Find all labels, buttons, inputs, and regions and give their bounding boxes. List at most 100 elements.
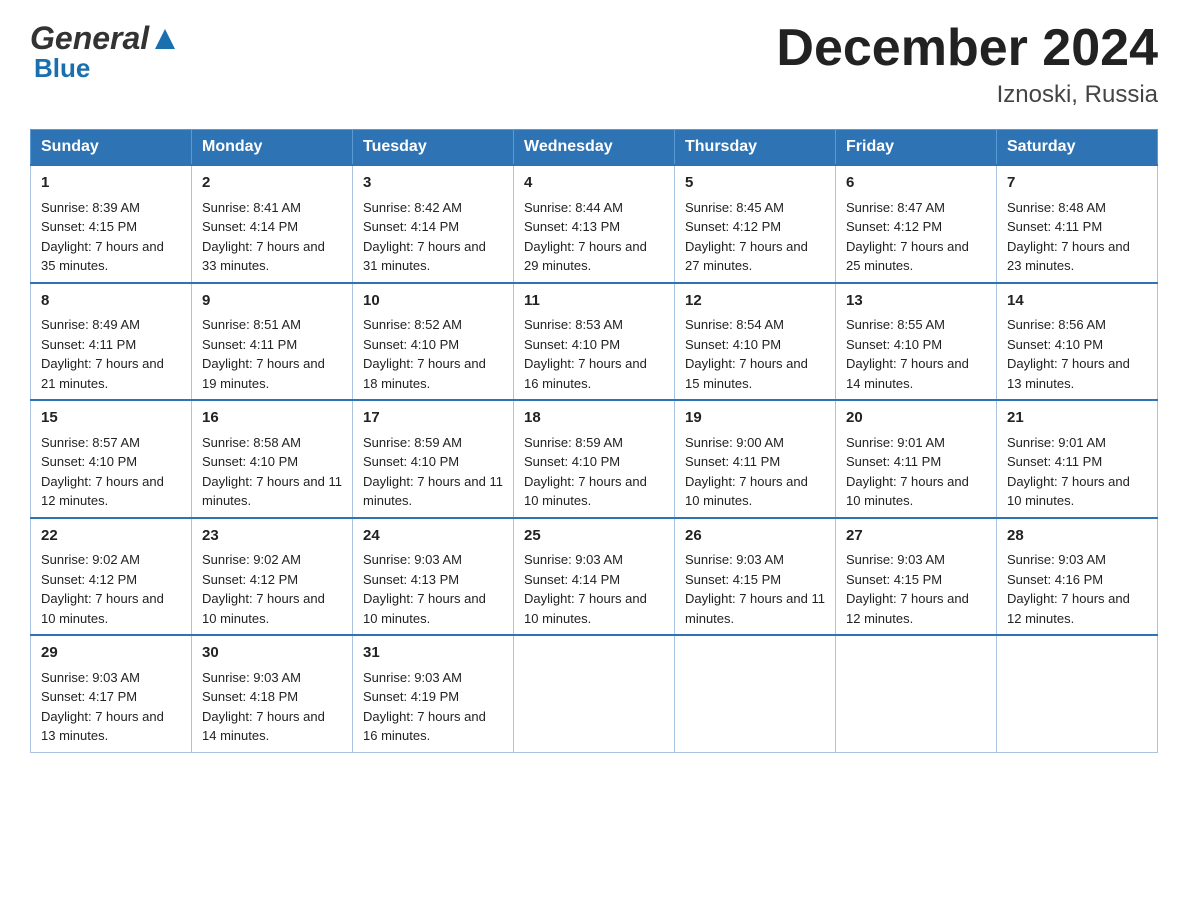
- day-daylight: Daylight: 7 hours and 18 minutes.: [363, 356, 486, 391]
- day-sunset: Sunset: 4:10 PM: [363, 337, 459, 352]
- day-sunset: Sunset: 4:19 PM: [363, 689, 459, 704]
- day-daylight: Daylight: 7 hours and 12 minutes.: [41, 474, 164, 509]
- day-daylight: Daylight: 7 hours and 25 minutes.: [846, 239, 969, 274]
- day-sunset: Sunset: 4:11 PM: [685, 454, 780, 469]
- day-sunrise: Sunrise: 8:55 AM: [846, 317, 945, 332]
- calendar-day-cell: 10 Sunrise: 8:52 AM Sunset: 4:10 PM Dayl…: [353, 283, 514, 401]
- day-daylight: Daylight: 7 hours and 11 minutes.: [363, 474, 503, 509]
- day-sunrise: Sunrise: 9:01 AM: [1007, 435, 1106, 450]
- day-daylight: Daylight: 7 hours and 10 minutes.: [1007, 474, 1130, 509]
- day-sunset: Sunset: 4:12 PM: [685, 219, 781, 234]
- day-number: 10: [363, 290, 503, 313]
- calendar-week-row: 15 Sunrise: 8:57 AM Sunset: 4:10 PM Dayl…: [31, 400, 1158, 518]
- day-number: 9: [202, 290, 342, 313]
- day-sunset: Sunset: 4:15 PM: [846, 572, 942, 587]
- day-sunrise: Sunrise: 8:58 AM: [202, 435, 301, 450]
- day-daylight: Daylight: 7 hours and 16 minutes.: [363, 709, 486, 744]
- day-number: 14: [1007, 290, 1147, 313]
- day-sunrise: Sunrise: 8:47 AM: [846, 200, 945, 215]
- day-number: 26: [685, 525, 825, 548]
- day-sunset: Sunset: 4:16 PM: [1007, 572, 1103, 587]
- calendar-day-cell: 31 Sunrise: 9:03 AM Sunset: 4:19 PM Dayl…: [353, 635, 514, 752]
- calendar-day-cell: 29 Sunrise: 9:03 AM Sunset: 4:17 PM Dayl…: [31, 635, 192, 752]
- day-sunrise: Sunrise: 8:48 AM: [1007, 200, 1106, 215]
- day-daylight: Daylight: 7 hours and 19 minutes.: [202, 356, 325, 391]
- calendar-day-cell: 8 Sunrise: 8:49 AM Sunset: 4:11 PM Dayli…: [31, 283, 192, 401]
- day-sunset: Sunset: 4:12 PM: [846, 219, 942, 234]
- day-daylight: Daylight: 7 hours and 14 minutes.: [846, 356, 969, 391]
- day-sunset: Sunset: 4:11 PM: [1007, 454, 1102, 469]
- day-sunset: Sunset: 4:15 PM: [685, 572, 781, 587]
- calendar-day-cell: 27 Sunrise: 9:03 AM Sunset: 4:15 PM Dayl…: [836, 518, 997, 636]
- day-daylight: Daylight: 7 hours and 27 minutes.: [685, 239, 808, 274]
- calendar-day-cell: 20 Sunrise: 9:01 AM Sunset: 4:11 PM Dayl…: [836, 400, 997, 518]
- day-daylight: Daylight: 7 hours and 14 minutes.: [202, 709, 325, 744]
- day-daylight: Daylight: 7 hours and 21 minutes.: [41, 356, 164, 391]
- day-sunrise: Sunrise: 8:56 AM: [1007, 317, 1106, 332]
- calendar-day-cell: 7 Sunrise: 8:48 AM Sunset: 4:11 PM Dayli…: [997, 165, 1158, 283]
- day-sunset: Sunset: 4:11 PM: [202, 337, 297, 352]
- day-sunset: Sunset: 4:18 PM: [202, 689, 298, 704]
- day-sunrise: Sunrise: 8:39 AM: [41, 200, 140, 215]
- day-number: 8: [41, 290, 181, 313]
- calendar-day-cell: 21 Sunrise: 9:01 AM Sunset: 4:11 PM Dayl…: [997, 400, 1158, 518]
- calendar-day-cell: 9 Sunrise: 8:51 AM Sunset: 4:11 PM Dayli…: [192, 283, 353, 401]
- header-monday: Monday: [192, 130, 353, 166]
- day-sunrise: Sunrise: 8:57 AM: [41, 435, 140, 450]
- day-sunset: Sunset: 4:10 PM: [363, 454, 459, 469]
- calendar-day-cell: 3 Sunrise: 8:42 AM Sunset: 4:14 PM Dayli…: [353, 165, 514, 283]
- day-number: 28: [1007, 525, 1147, 548]
- day-number: 19: [685, 407, 825, 430]
- day-sunset: Sunset: 4:10 PM: [524, 454, 620, 469]
- day-sunrise: Sunrise: 9:03 AM: [202, 670, 301, 685]
- day-number: 23: [202, 525, 342, 548]
- day-sunrise: Sunrise: 8:59 AM: [363, 435, 462, 450]
- day-sunrise: Sunrise: 9:03 AM: [846, 552, 945, 567]
- title-block: December 2024 Iznoski, Russia: [776, 20, 1158, 109]
- day-daylight: Daylight: 7 hours and 11 minutes.: [685, 591, 825, 626]
- day-sunrise: Sunrise: 8:41 AM: [202, 200, 301, 215]
- day-sunrise: Sunrise: 9:03 AM: [41, 670, 140, 685]
- day-daylight: Daylight: 7 hours and 10 minutes.: [846, 474, 969, 509]
- calendar-day-cell: 11 Sunrise: 8:53 AM Sunset: 4:10 PM Dayl…: [514, 283, 675, 401]
- day-daylight: Daylight: 7 hours and 35 minutes.: [41, 239, 164, 274]
- calendar-day-cell: 24 Sunrise: 9:03 AM Sunset: 4:13 PM Dayl…: [353, 518, 514, 636]
- day-number: 2: [202, 172, 342, 195]
- day-number: 15: [41, 407, 181, 430]
- day-daylight: Daylight: 7 hours and 10 minutes.: [41, 591, 164, 626]
- day-number: 30: [202, 642, 342, 665]
- day-number: 6: [846, 172, 986, 195]
- day-number: 16: [202, 407, 342, 430]
- calendar-day-cell: 28 Sunrise: 9:03 AM Sunset: 4:16 PM Dayl…: [997, 518, 1158, 636]
- header-tuesday: Tuesday: [353, 130, 514, 166]
- header-thursday: Thursday: [675, 130, 836, 166]
- day-sunrise: Sunrise: 8:52 AM: [363, 317, 462, 332]
- calendar-week-row: 1 Sunrise: 8:39 AM Sunset: 4:15 PM Dayli…: [31, 165, 1158, 283]
- day-sunset: Sunset: 4:11 PM: [41, 337, 136, 352]
- day-daylight: Daylight: 7 hours and 31 minutes.: [363, 239, 486, 274]
- calendar-title: December 2024: [776, 20, 1158, 77]
- calendar-day-cell: 26 Sunrise: 9:03 AM Sunset: 4:15 PM Dayl…: [675, 518, 836, 636]
- calendar-day-cell: 2 Sunrise: 8:41 AM Sunset: 4:14 PM Dayli…: [192, 165, 353, 283]
- logo-blue-text: Blue: [34, 53, 90, 84]
- calendar-day-cell: 18 Sunrise: 8:59 AM Sunset: 4:10 PM Dayl…: [514, 400, 675, 518]
- day-number: 13: [846, 290, 986, 313]
- weekday-header-row: Sunday Monday Tuesday Wednesday Thursday…: [31, 130, 1158, 166]
- day-daylight: Daylight: 7 hours and 13 minutes.: [41, 709, 164, 744]
- day-daylight: Daylight: 7 hours and 33 minutes.: [202, 239, 325, 274]
- calendar-week-row: 29 Sunrise: 9:03 AM Sunset: 4:17 PM Dayl…: [31, 635, 1158, 752]
- day-sunset: Sunset: 4:10 PM: [685, 337, 781, 352]
- day-sunset: Sunset: 4:17 PM: [41, 689, 137, 704]
- day-sunset: Sunset: 4:13 PM: [524, 219, 620, 234]
- day-number: 7: [1007, 172, 1147, 195]
- day-sunrise: Sunrise: 9:02 AM: [41, 552, 140, 567]
- calendar-day-cell: 22 Sunrise: 9:02 AM Sunset: 4:12 PM Dayl…: [31, 518, 192, 636]
- calendar-day-cell: 14 Sunrise: 8:56 AM Sunset: 4:10 PM Dayl…: [997, 283, 1158, 401]
- header-friday: Friday: [836, 130, 997, 166]
- day-sunrise: Sunrise: 9:02 AM: [202, 552, 301, 567]
- calendar-day-cell: 5 Sunrise: 8:45 AM Sunset: 4:12 PM Dayli…: [675, 165, 836, 283]
- day-number: 24: [363, 525, 503, 548]
- calendar-day-cell: [675, 635, 836, 752]
- day-daylight: Daylight: 7 hours and 10 minutes.: [202, 591, 325, 626]
- header-saturday: Saturday: [997, 130, 1158, 166]
